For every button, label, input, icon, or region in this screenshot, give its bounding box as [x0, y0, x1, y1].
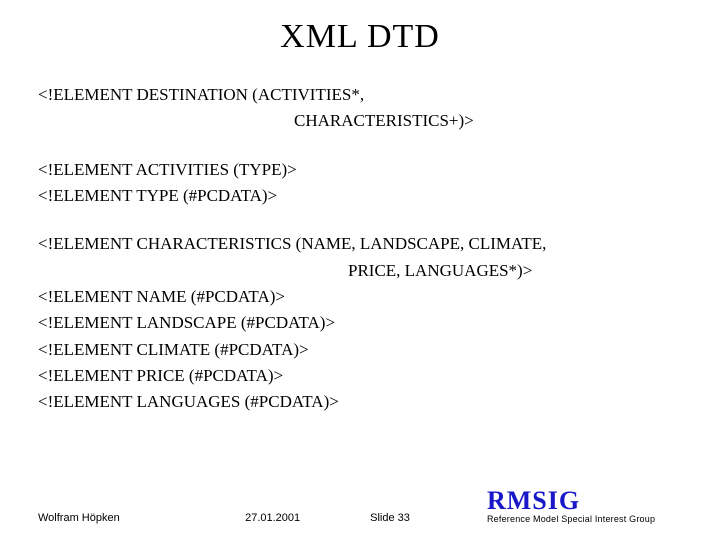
dtd-line: <!ELEMENT ACTIVITIES (TYPE)>: [38, 157, 682, 183]
spacer: [38, 135, 682, 157]
dtd-line: CHARACTERISTICS+)>: [38, 108, 682, 134]
dtd-line: <!ELEMENT PRICE (#PCDATA)>: [38, 363, 682, 389]
footer-slide-number: Slide 33: [370, 512, 410, 524]
dtd-line: <!ELEMENT DESTINATION (ACTIVITIES*,: [38, 82, 682, 108]
dtd-line: <!ELEMENT LANDSCAPE (#PCDATA)>: [38, 310, 682, 336]
footer-logo-block: RMSIG Reference Model Special Interest G…: [487, 488, 702, 524]
footer-author: Wolfram Höpken: [38, 512, 168, 524]
spacer: [38, 209, 682, 231]
slide-body: <!ELEMENT DESTINATION (ACTIVITIES*, CHAR…: [38, 82, 682, 416]
dtd-line: <!ELEMENT TYPE (#PCDATA)>: [38, 183, 682, 209]
slide-title: XML DTD: [38, 18, 682, 56]
footer-date: 27.01.2001: [245, 512, 300, 524]
dtd-line: PRICE, LANGUAGES*)>: [38, 258, 682, 284]
slide-footer: Wolfram Höpken 27.01.2001 Slide 33 RMSIG…: [38, 488, 702, 524]
rmsig-logo: RMSIG: [487, 488, 702, 514]
slide: XML DTD <!ELEMENT DESTINATION (ACTIVITIE…: [0, 0, 720, 540]
footer-center: 27.01.2001 Slide 33: [245, 512, 410, 524]
dtd-line: <!ELEMENT NAME (#PCDATA)>: [38, 284, 682, 310]
rmsig-subtitle: Reference Model Special Interest Group: [487, 514, 702, 524]
dtd-line: <!ELEMENT CHARACTERISTICS (NAME, LANDSCA…: [38, 231, 682, 257]
dtd-line: <!ELEMENT LANGUAGES (#PCDATA)>: [38, 389, 682, 415]
dtd-line: <!ELEMENT CLIMATE (#PCDATA)>: [38, 337, 682, 363]
